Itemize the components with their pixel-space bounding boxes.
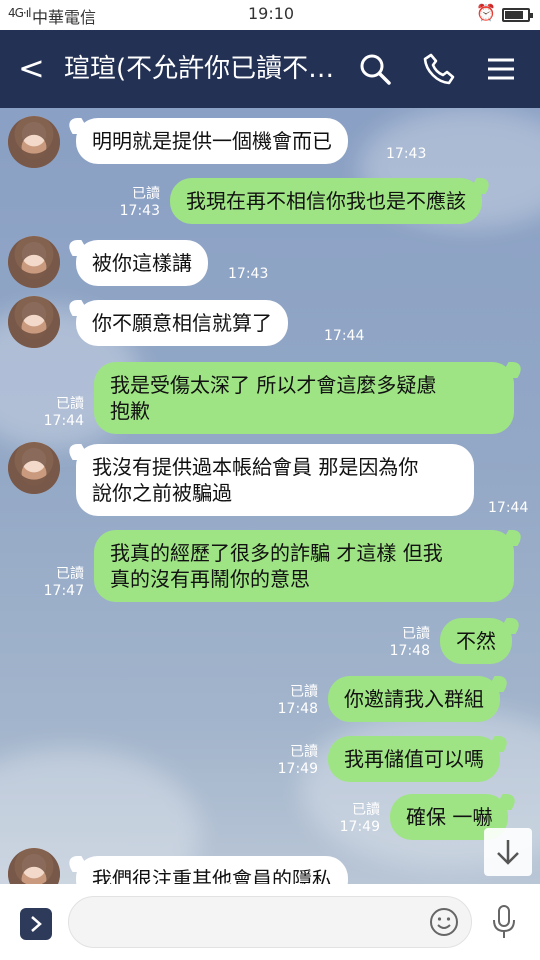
avatar[interactable]: [8, 442, 60, 494]
phone-icon[interactable]: [422, 52, 456, 86]
message-bubble-outgoing[interactable]: 不然: [440, 618, 512, 664]
read-receipt: 已讀 17:47: [43, 566, 84, 599]
message-input-bar: [0, 884, 540, 960]
microphone-icon[interactable]: [490, 904, 518, 940]
avatar[interactable]: [8, 296, 60, 348]
clock-time: 19:10: [248, 4, 295, 23]
expand-icon[interactable]: [20, 908, 52, 940]
emoji-icon[interactable]: [428, 906, 460, 938]
back-icon[interactable]: <: [18, 50, 45, 86]
message-bubble-outgoing[interactable]: 我真的經歷了很多的詐騙 才這樣 但我 真的沒有再鬧你的意思: [94, 530, 514, 602]
read-receipt: 已讀 17:44: [43, 396, 84, 429]
search-icon[interactable]: [358, 52, 392, 86]
scroll-to-bottom-button[interactable]: [484, 828, 532, 876]
read-receipt: 已讀 17:48: [389, 626, 430, 659]
message-time: 17:44: [488, 500, 529, 516]
read-receipt: 已讀 17:49: [277, 744, 318, 777]
message-time: 17:43: [228, 266, 269, 282]
chat-title: 瑄瑄(不允許你已讀不…: [64, 54, 335, 84]
message-bubble-outgoing[interactable]: 我現在再不相信你我也是不應該: [170, 178, 482, 224]
read-receipt: 已讀 17:49: [339, 802, 380, 835]
message-bubble-incoming[interactable]: 我沒有提供過本帳給會員 那是因為你 說你之前被騙過: [76, 444, 474, 516]
battery-icon: [502, 8, 533, 22]
read-receipt: 已讀 17:43: [119, 186, 160, 219]
message-bubble-incoming[interactable]: 我們很注重其他會員的隱私: [76, 856, 348, 884]
message-bubble-outgoing[interactable]: 你邀請我入群組: [328, 676, 500, 722]
message-bubble-incoming[interactable]: 你不願意相信就算了: [76, 300, 288, 346]
message-bubble-incoming[interactable]: 明明就是提供一個機會而已: [76, 118, 348, 164]
status-bar: 4G·ıl 中華電信 19:10 ⏰: [0, 0, 540, 30]
message-bubble-incoming[interactable]: 被你這樣講: [76, 240, 208, 286]
avatar[interactable]: [8, 116, 60, 168]
signal-icon: 4G·ıl: [8, 6, 31, 20]
chat-area[interactable]: 明明就是提供一個機會而已 17:43 已讀 17:43 我現在再不相信你我也是不應…: [0, 108, 540, 884]
message-time: 17:44: [324, 328, 365, 344]
message-bubble-outgoing[interactable]: 我是受傷太深了 所以才會這麼多疑慮 抱歉: [94, 362, 514, 434]
message-input[interactable]: [68, 896, 472, 948]
message-bubble-outgoing[interactable]: 我再儲值可以嗎: [328, 736, 500, 782]
avatar[interactable]: [8, 236, 60, 288]
carrier-name: 中華電信: [32, 8, 97, 27]
arrow-down-icon: [497, 840, 519, 865]
menu-icon[interactable]: [484, 52, 518, 86]
chat-header: < 瑄瑄(不允許你已讀不…: [0, 30, 540, 108]
alarm-icon: ⏰: [476, 3, 496, 22]
read-receipt: 已讀 17:48: [277, 684, 318, 717]
message-time: 17:43: [386, 146, 427, 162]
